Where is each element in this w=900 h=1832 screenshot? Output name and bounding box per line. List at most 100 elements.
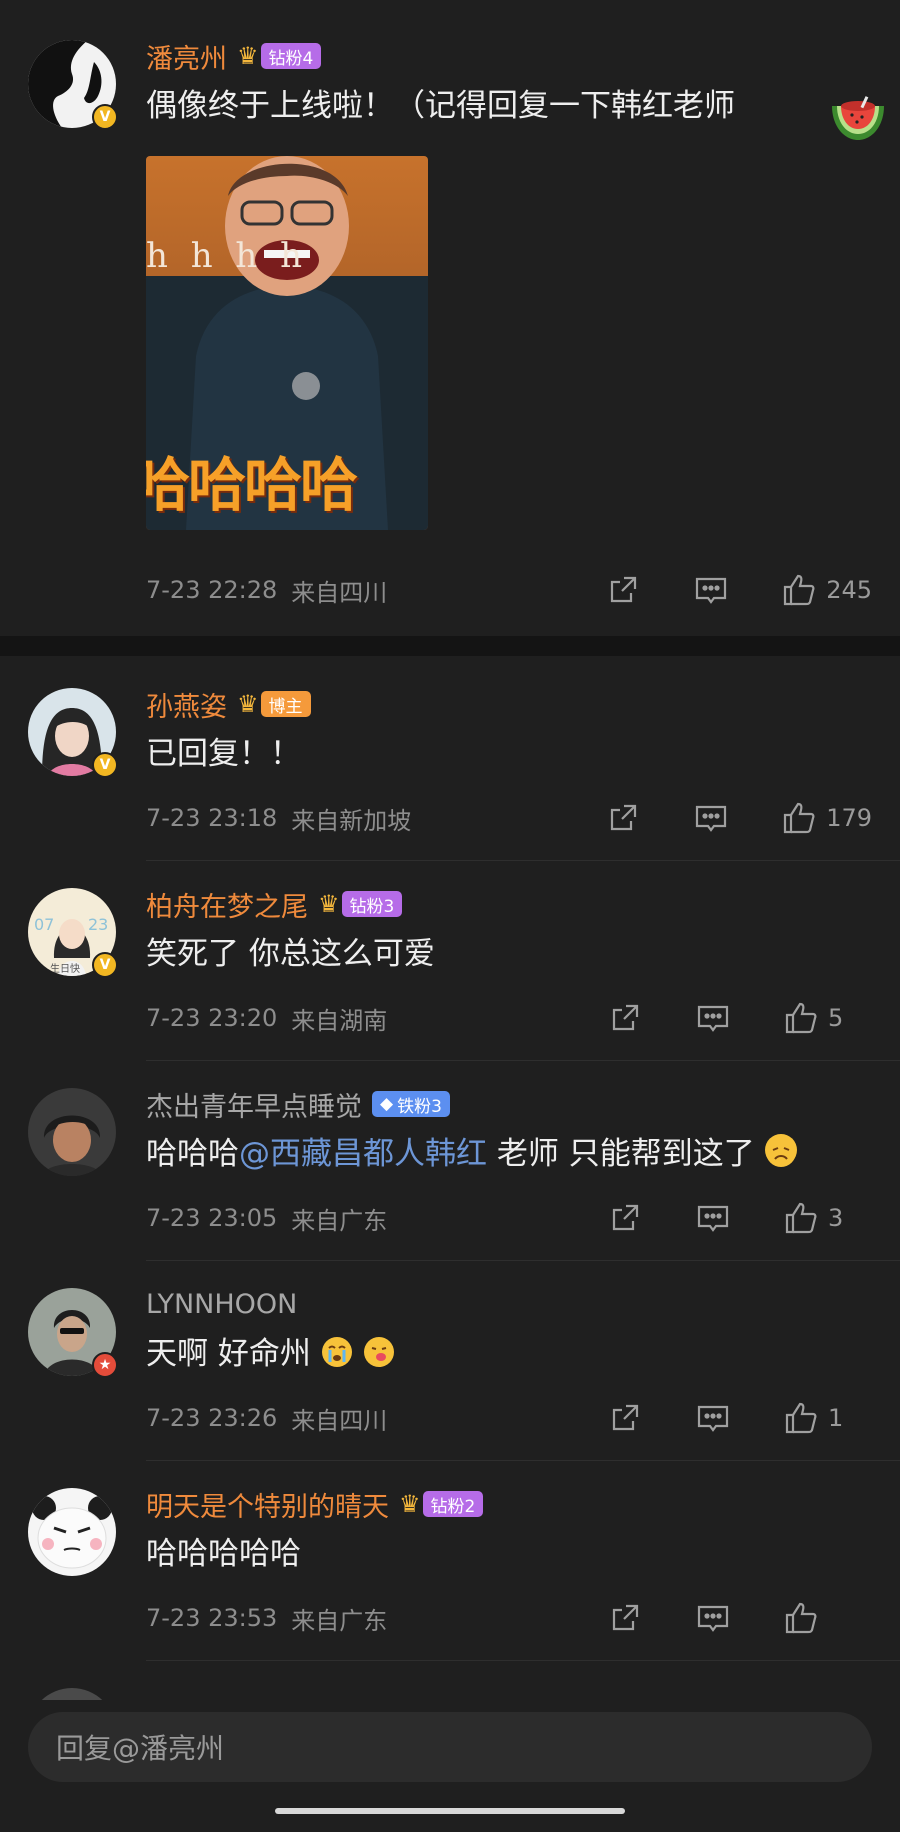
drool-emoji-icon	[363, 1334, 395, 1367]
fan-badge-label: 铁粉3	[397, 1096, 442, 1117]
image-overlay-text: h h h h	[146, 236, 309, 276]
like-count: 245	[826, 576, 872, 604]
comment-icon[interactable]	[696, 1201, 730, 1235]
like-icon[interactable]	[782, 801, 816, 835]
user-name[interactable]: 明天是个特别的晴天	[146, 1485, 389, 1524]
comment-location: 来自四川	[291, 1406, 388, 1435]
comment-location: 来自新加坡	[291, 806, 412, 835]
reply-item: 明天是个特别的晴天 ♛ 钻粉2 哈哈哈哈哈 7-23 23:53 来自广东	[0, 1484, 900, 1640]
watermelon-icon	[830, 96, 886, 142]
share-icon[interactable]	[608, 1401, 642, 1435]
comment-text-part: 哈哈哈	[146, 1136, 239, 1172]
avatar[interactable]	[28, 1088, 116, 1176]
divider	[146, 860, 900, 861]
crown-icon: ♛	[399, 1490, 421, 1518]
comment-location: 来自广东	[291, 1206, 388, 1235]
like-icon[interactable]	[784, 1201, 818, 1235]
star-badge-icon: ★	[92, 1352, 118, 1378]
divider	[146, 1660, 900, 1661]
user-name[interactable]: 柏舟在梦之尾	[146, 885, 308, 924]
comment-text: 天啊 好命州	[146, 1330, 872, 1378]
comment-image[interactable]: h h h h 哈哈哈哈	[146, 156, 428, 530]
like-count: 3	[828, 1204, 844, 1232]
comment-location: 来自四川	[291, 578, 388, 607]
crying-emoji-icon	[321, 1334, 353, 1367]
comment-text: 已回复！！	[146, 736, 301, 772]
reply-item: ★ LYNNHOON 天啊 好命州 7-23 23:26 来自四川 1	[0, 1284, 900, 1440]
home-indicator[interactable]	[275, 1808, 625, 1814]
diamond-icon: ◆	[380, 1094, 394, 1114]
emoji-icon	[764, 1134, 797, 1167]
user-name[interactable]: 孙燕姿	[146, 685, 227, 724]
comment-text: 哈哈哈@西藏昌都人韩红 老师 只能帮到这了	[146, 1130, 872, 1178]
reply-item: 杰出青年早点睡觉 ◆ 铁粉3 哈哈哈@西藏昌都人韩红 老师 只能帮到这了 7-23…	[0, 1084, 900, 1240]
comment-text: 笑死了 你总这么可爱	[146, 936, 435, 972]
share-icon[interactable]	[606, 801, 640, 835]
avatar-image	[28, 1088, 116, 1176]
verified-icon: V	[92, 752, 118, 778]
comment-icon[interactable]	[694, 573, 728, 607]
crown-icon: ♛	[318, 890, 340, 918]
comment-text: 哈哈哈哈哈	[146, 1536, 301, 1572]
divider	[146, 1060, 900, 1061]
comment-time: 7-23 23:20	[146, 1004, 278, 1032]
avatar[interactable]: V	[28, 688, 118, 778]
comment-location: 来自广东	[291, 1606, 388, 1635]
crown-icon: ♛	[237, 690, 259, 718]
blogger-badge: 博主	[260, 691, 311, 717]
reply-placeholder: 回复@潘亮州	[56, 1732, 225, 1765]
reply-item: 07 23 生日快 V 柏舟在梦之尾 ♛ 钻粉3 笑死了 你总这么可爱 7-23…	[0, 884, 900, 1040]
avatar[interactable]	[28, 1488, 116, 1576]
reply-item: V 孙燕姿 ♛ 博主 已回复！！ 7-23 23:18 来自新加坡 179	[0, 684, 900, 840]
comment-time: 7-23 22:28	[146, 576, 278, 604]
svg-text:生日快: 生日快	[50, 962, 80, 975]
divider	[146, 1460, 900, 1461]
next-reply-peek	[28, 1688, 116, 1700]
svg-text:23: 23	[88, 915, 108, 934]
like-icon[interactable]	[784, 1601, 818, 1635]
comment-time: 7-23 23:26	[146, 1404, 278, 1432]
share-icon[interactable]	[606, 573, 640, 607]
crown-icon: ♛	[237, 42, 259, 70]
image-caption: 哈哈哈哈	[146, 451, 358, 519]
user-name[interactable]: 潘亮州	[146, 37, 227, 76]
comment-time: 7-23 23:05	[146, 1204, 278, 1232]
section-divider	[0, 636, 900, 656]
share-icon[interactable]	[608, 1601, 642, 1635]
like-icon[interactable]	[782, 573, 816, 607]
user-name[interactable]: 杰出青年早点睡觉	[146, 1085, 362, 1124]
avatar[interactable]: V	[28, 40, 118, 130]
comment-text-part: 老师 只能帮到这了	[487, 1136, 755, 1172]
verified-icon: V	[92, 952, 118, 978]
like-count: 179	[826, 804, 872, 832]
avatar-image	[28, 1488, 116, 1576]
comment-location: 来自湖南	[291, 1006, 388, 1035]
comment-icon[interactable]	[694, 801, 728, 835]
comment-icon[interactable]	[696, 1001, 730, 1035]
comment-text-part: 天啊 好命州	[146, 1336, 311, 1372]
share-icon[interactable]	[608, 1001, 642, 1035]
comment-time: 7-23 23:53	[146, 1604, 278, 1632]
fan-badge: 钻粉2	[422, 1491, 484, 1517]
like-count: 5	[828, 1004, 844, 1032]
fan-badge: 钻粉3	[341, 891, 403, 917]
verified-icon: V	[92, 104, 118, 130]
like-icon[interactable]	[784, 1001, 818, 1035]
like-icon[interactable]	[784, 1401, 818, 1435]
user-name[interactable]: LYNNHOON	[146, 1289, 297, 1320]
divider	[146, 1260, 900, 1261]
comment-icon[interactable]	[696, 1601, 730, 1635]
fan-badge: 钻粉4	[260, 43, 322, 69]
main-comment: V 潘亮州 ♛ 钻粉4 偶像终于上线啦！（记得回复一下韩红老师 h h h h …	[0, 36, 900, 612]
comment-text: 偶像终于上线啦！（记得回复一下韩红老师	[146, 88, 735, 124]
comment-time: 7-23 23:18	[146, 804, 278, 832]
avatar[interactable]: ★	[28, 1288, 118, 1378]
like-count: 1	[828, 1404, 844, 1432]
share-icon[interactable]	[608, 1201, 642, 1235]
reply-input[interactable]: 回复@潘亮州	[28, 1712, 872, 1782]
fan-badge: ◆ 铁粉3	[372, 1091, 450, 1117]
mention-link[interactable]: @西藏昌都人韩红	[239, 1136, 487, 1172]
svg-text:07: 07	[34, 915, 54, 934]
comment-icon[interactable]	[696, 1401, 730, 1435]
avatar[interactable]: 07 23 生日快 V	[28, 888, 118, 978]
